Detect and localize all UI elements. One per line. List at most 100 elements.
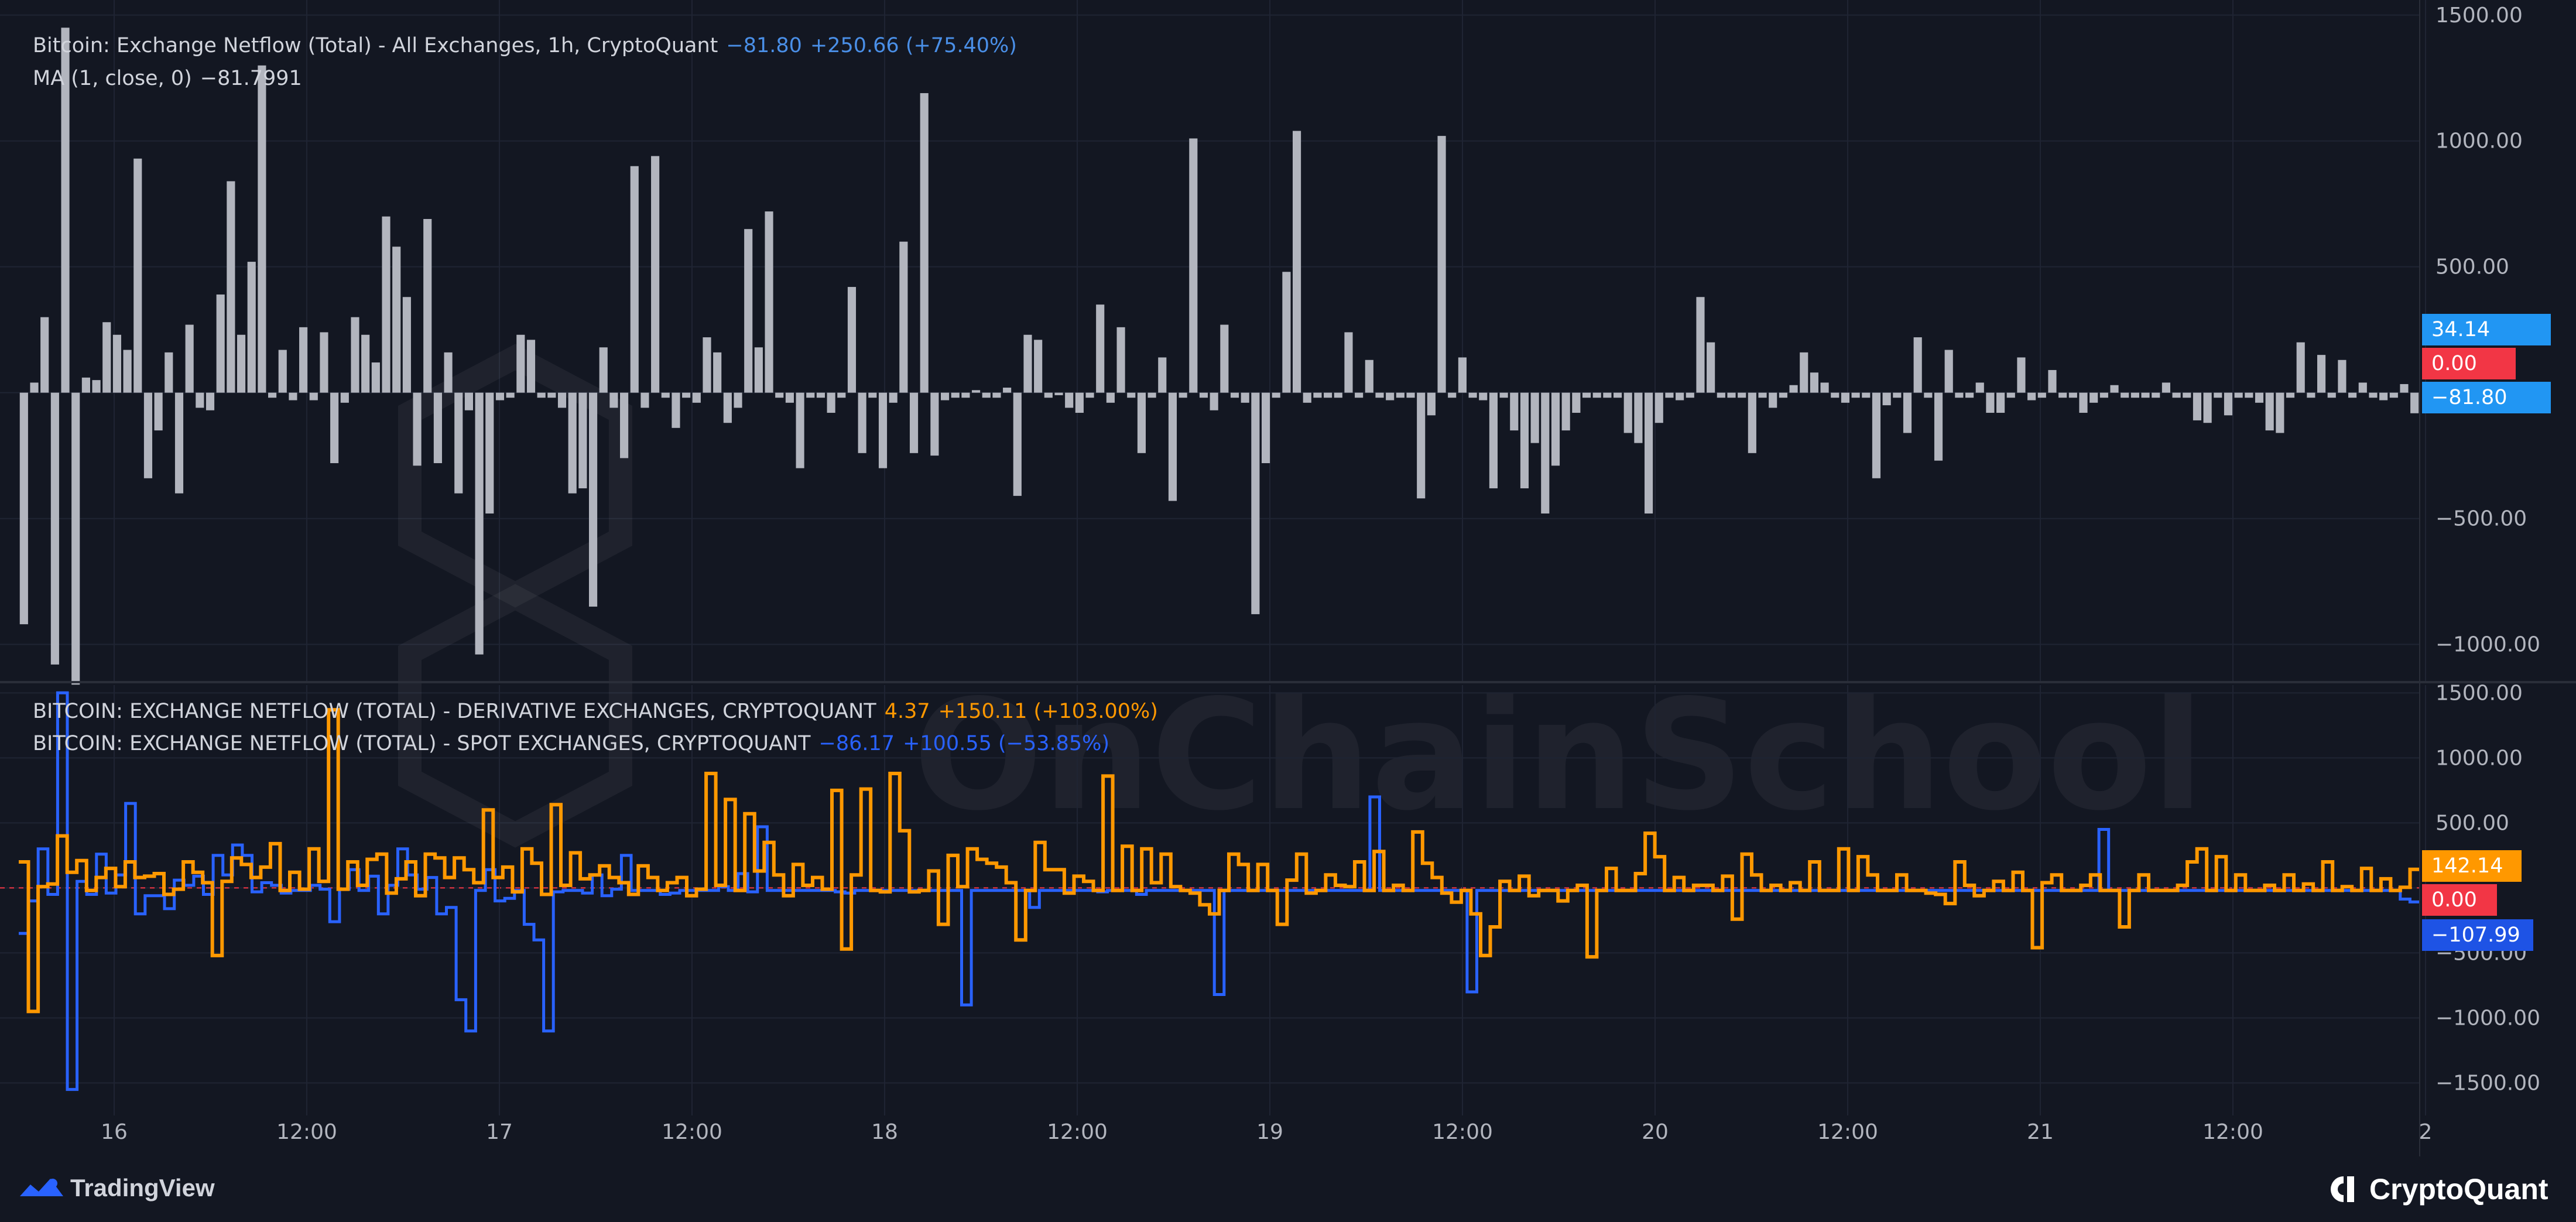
netflow-bar [2203,392,2212,423]
netflow-bar [1789,385,1798,393]
netflow-bar [1686,392,1694,398]
top-legend-title: Bitcoin: Exchange Netflow (Total) - All … [33,34,718,57]
netflow-bar [1003,388,1012,393]
top-positive-tag: 34.14 [2422,314,2551,345]
netflow-bar [278,350,287,393]
netflow-bar [413,392,422,466]
netflow-bar [1396,392,1405,398]
top-y-tick-label: 1000.00 [2435,129,2523,153]
netflow-bar [392,247,401,393]
top-y-tick-label: −1000.00 [2435,633,2540,657]
netflow-bar [2358,382,2367,393]
netflow-bar [785,392,794,403]
netflow-bar [1924,392,1933,398]
netflow-bar [1210,392,1218,410]
netflow-bar [495,392,505,401]
netflow-bar [940,392,950,401]
netflow-bar [1406,392,1415,398]
netflow-bar [1779,392,1787,398]
x-tick-label: 12:00 [1047,1120,1108,1144]
netflow-bar [1696,297,1705,393]
netflow-bar [1654,392,1663,423]
cryptoquant-logo[interactable]: CryptoQuant [2327,1172,2548,1206]
netflow-bar [2193,392,2202,420]
netflow-bar [847,287,857,393]
netflow-bar [661,392,670,398]
netflow-bar [92,380,101,393]
netflow-bar [1810,372,1818,393]
netflow-bar [1158,357,1167,393]
netflow-bar [1903,392,1912,433]
netflow-bar [2317,355,2326,393]
netflow-bar [2027,392,2036,401]
netflow-bar [1707,342,1715,393]
netflow-bar [920,93,929,393]
netflow-bar [765,211,773,393]
netflow-bar [2307,392,2315,398]
netflow-bar [1882,392,1891,406]
netflow-bar [1230,392,1239,398]
top-zero-tag: 0.00 [2422,348,2516,379]
netflow-bar [734,392,742,408]
netflow-bar [1479,392,1488,401]
netflow-bar [174,392,184,494]
bottom-zero-tag: 0.00 [2422,884,2497,916]
netflow-bar [1034,340,1043,393]
netflow-bar [1013,392,1022,496]
netflow-bar [1303,392,1311,403]
tradingview-icon [20,1179,63,1196]
netflow-bar [1996,392,2005,413]
netflow-bar [961,392,970,398]
netflow-bar [299,327,308,393]
netflow-bar [382,216,390,393]
tradingview-logo[interactable]: TradingView [19,1174,215,1202]
x-tick-label: 2 [2419,1120,2433,1144]
netflow-bar [143,392,153,478]
x-axis: 16 12:00 17 12:00 18 12:00 19 12:00 20 12:00 21 12:… [101,1120,2432,1144]
netflow-bar [2265,392,2274,431]
netflow-bar [1044,392,1053,398]
netflow-bar [1241,392,1249,403]
netflow-bar [992,392,1001,398]
netflow-bar [1965,392,1974,398]
netflow-bar [361,334,370,393]
netflow-bar [2296,342,2305,393]
netflow-bar [868,392,877,398]
netflow-bar [1220,324,1229,393]
bottom-legend-derivative: BITCOIN: EXCHANGE NETFLOW (TOTAL) - DERI… [33,700,1166,723]
x-tick-label: 12:00 [276,1120,337,1144]
bottom-y-tick-label: 1500.00 [2435,681,2523,705]
chart-canvas[interactable]: 1500.00 1000.00 500.00 −500.00 −1000.00 1500… [0,0,2576,1222]
netflow-bar [2068,392,2077,398]
netflow-bar [289,392,297,401]
netflow-bar [909,392,919,453]
netflow-bar [2400,384,2409,393]
netflow-bar [1541,392,1550,514]
netflow-bar [330,392,339,463]
netflow-bar [837,392,846,398]
netflow-bar [433,392,442,463]
netflow-bar [81,377,90,393]
netflow-bar [827,392,835,413]
netflow-bar [1738,392,1746,398]
ma-legend-value: −81.7991 [200,67,302,90]
netflow-bar [620,392,629,458]
top-legend-ma: MA (1, close, 0) −81.7991 [33,67,310,90]
netflow-bar [2379,392,2388,401]
netflow-bar [2369,392,2378,398]
netflow-bar [754,347,763,393]
netflow-bar [185,324,194,393]
derivative-legend-change: +150.11 (+103.00%) [938,700,1158,723]
netflow-bar [1944,350,1953,393]
netflow-bar [2183,392,2191,398]
netflow-bar [247,262,256,393]
top-negative-tag: −81.80 [2422,382,2551,413]
netflow-bar [123,350,132,393]
netflow-bar [1489,392,1498,488]
netflow-bar [2410,392,2419,413]
netflow-bar [2234,392,2243,398]
netflow-bar [2130,392,2139,398]
netflow-bar [2327,392,2336,398]
netflow-bar [1727,392,1736,398]
netflow-bar [1592,392,1601,398]
